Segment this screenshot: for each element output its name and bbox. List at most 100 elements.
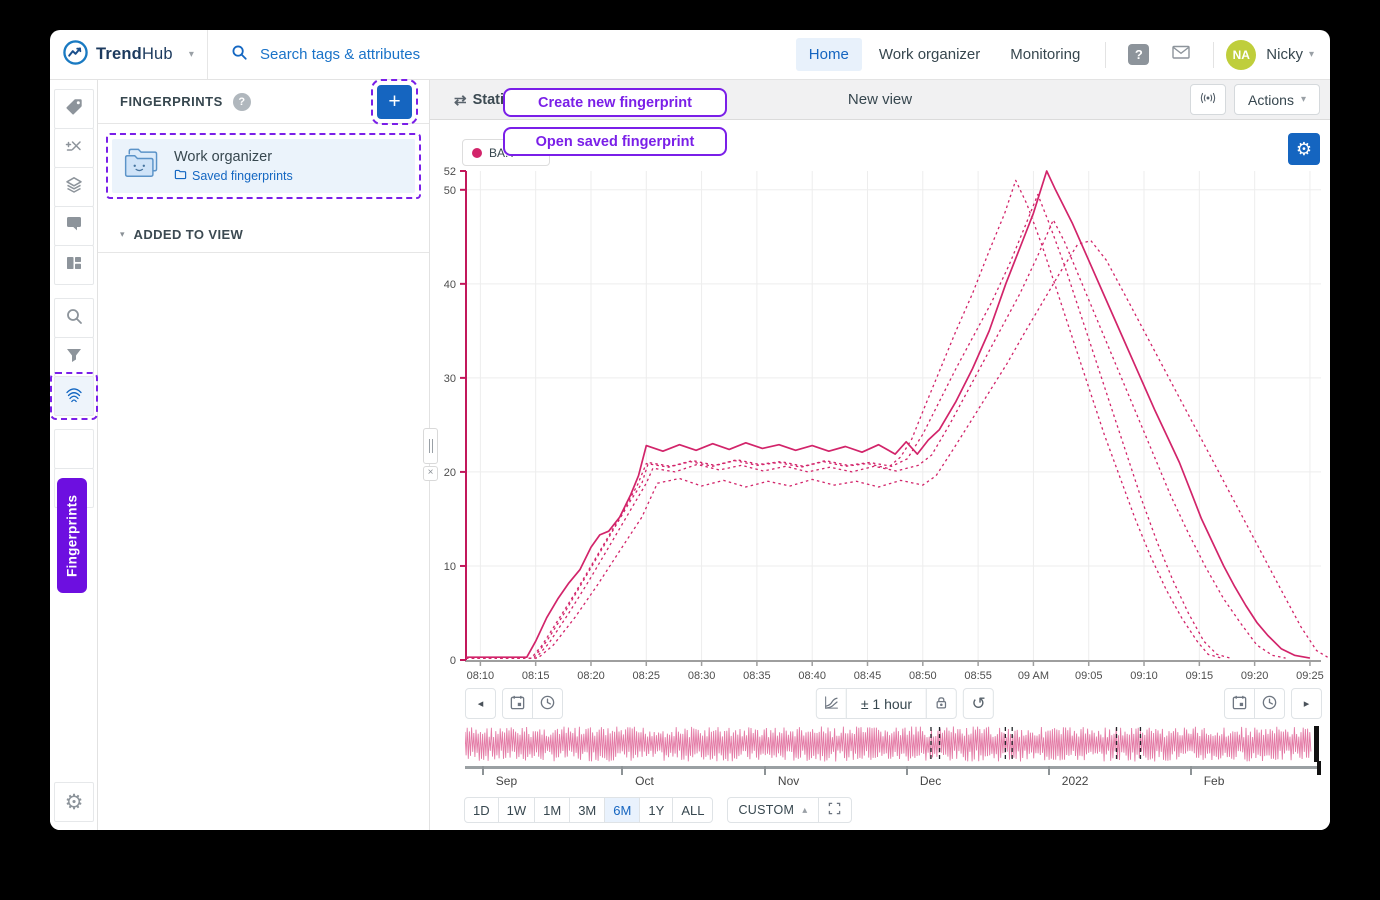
annotation-open-fingerprint: Open saved fingerprint <box>503 127 727 156</box>
sidebar-item-comments[interactable] <box>54 206 94 246</box>
svg-text:40: 40 <box>444 279 456 291</box>
help-icon: ? <box>1128 44 1149 65</box>
saved-fingerprint-highlight: Work organizer Saved fingerprints <box>106 133 421 199</box>
calendar-icon <box>509 694 526 714</box>
y-axis-handle[interactable]: × <box>423 428 438 481</box>
svg-text:08:55: 08:55 <box>964 670 992 682</box>
tool-rail: Fingerprints ⚙ <box>50 80 98 830</box>
added-to-view-section[interactable]: ▾ ADDED TO VIEW <box>98 217 429 253</box>
end-date-button[interactable] <box>1224 688 1255 719</box>
nav-tab-home[interactable]: Home <box>796 38 862 71</box>
sidebar-item-formulas[interactable] <box>54 128 94 168</box>
custom-range-button[interactable]: CUSTOM ▴ <box>727 797 818 823</box>
timeline-tick <box>621 766 623 775</box>
broadcast-icon <box>1198 91 1218 108</box>
dashboards-icon <box>64 253 84 278</box>
trend-chart-icon <box>823 694 840 714</box>
timeline-month-label: Oct <box>635 774 654 788</box>
zoom-preset-1m[interactable]: 1M <box>534 797 570 823</box>
brand-block[interactable]: TrendHub ▾ <box>50 30 208 79</box>
sidebar-item-filters[interactable] <box>54 337 94 377</box>
svg-text:50: 50 <box>444 185 456 197</box>
time-navigation-toolbar: ◂ ± 1 hour ↺ <box>430 686 1330 722</box>
timeline-tick <box>1190 766 1192 775</box>
time-offset-button[interactable]: ± 1 hour <box>846 688 927 719</box>
help-icon[interactable]: ? <box>233 93 251 111</box>
rail-item-settings[interactable]: ⚙ <box>54 782 94 822</box>
folder-icon <box>174 169 187 183</box>
search-icon <box>230 43 248 66</box>
chevron-down-icon[interactable]: ▾ <box>189 49 194 60</box>
zoom-preset-3m[interactable]: 3M <box>569 797 605 823</box>
trendhub-logo-icon <box>62 39 89 71</box>
chevron-down-icon: ▾ <box>1309 49 1314 60</box>
user-menu[interactable]: NA Nicky ▾ <box>1226 40 1314 70</box>
folder-smiley-icon <box>122 146 162 186</box>
saved-item-subtitle-row[interactable]: Saved fingerprints <box>174 169 293 183</box>
actions-button[interactable]: Actions ▾ <box>1234 84 1320 115</box>
tags-icon <box>64 97 84 122</box>
history-button[interactable]: ↺ <box>963 688 994 719</box>
sidebar-item-tags[interactable] <box>54 89 94 129</box>
user-name: Nicky <box>1266 46 1303 63</box>
filters-icon <box>64 345 84 370</box>
clock-icon <box>1261 694 1278 714</box>
compare-trend-button[interactable] <box>816 688 847 719</box>
create-fingerprint-button[interactable]: + <box>377 85 412 119</box>
saved-item-subtitle: Saved fingerprints <box>192 169 293 183</box>
chart-canvas[interactable]: 010203040505208:1008:1508:2008:2508:3008… <box>430 120 1330 686</box>
start-time-button[interactable] <box>532 688 563 719</box>
svg-text:09 AM: 09 AM <box>1018 670 1049 682</box>
app-window: TrendHub ▾ HomeWork organizerMonitoring … <box>50 30 1330 830</box>
sidebar-item-dashboards[interactable] <box>54 245 94 285</box>
search-input[interactable] <box>258 45 678 64</box>
svg-text:09:20: 09:20 <box>1241 670 1269 682</box>
nav-tab-monitoring[interactable]: Monitoring <box>997 38 1093 71</box>
expand-range-button[interactable] <box>818 797 852 823</box>
svg-text:30: 30 <box>444 373 456 385</box>
zoom-preset-1y[interactable]: 1Y <box>639 797 673 823</box>
search-icon <box>64 306 84 331</box>
divider <box>1213 42 1214 68</box>
zoom-preset-all[interactable]: ALL <box>672 797 713 823</box>
sidebar-item-search[interactable] <box>54 298 94 338</box>
nav-tab-work-organizer[interactable]: Work organizer <box>866 38 993 71</box>
calendar-icon <box>1231 694 1248 714</box>
timeline-cursor <box>1317 761 1321 775</box>
zoom-preset-1d[interactable]: 1D <box>464 797 499 823</box>
global-search[interactable] <box>230 43 796 66</box>
drag-grip-icon[interactable] <box>423 428 438 464</box>
context-overview-strip[interactable] <box>465 724 1320 764</box>
top-navbar: TrendHub ▾ HomeWork organizerMonitoring … <box>50 30 1330 80</box>
svg-text:09:15: 09:15 <box>1186 670 1214 682</box>
pan-left-button[interactable]: ◂ <box>465 688 496 719</box>
close-icon[interactable]: × <box>423 466 438 481</box>
zoom-preset-1w[interactable]: 1W <box>498 797 536 823</box>
fingerprints-icon <box>63 383 85 410</box>
messages-button[interactable] <box>1161 40 1201 69</box>
chevron-down-icon: ▾ <box>1301 94 1306 105</box>
timeline-month-label: Nov <box>778 774 799 788</box>
help-button[interactable]: ? <box>1118 40 1159 69</box>
lock-range-button[interactable] <box>926 688 957 719</box>
saved-fingerprint-item[interactable]: Work organizer Saved fingerprints <box>112 139 415 193</box>
chevron-up-icon: ▴ <box>802 805 807 816</box>
svg-text:09:05: 09:05 <box>1075 670 1103 682</box>
chart-settings-button[interactable]: ⚙ <box>1288 133 1320 165</box>
zoom-preset-6m[interactable]: 6M <box>604 797 640 823</box>
sidebar-item-fingerprints[interactable] <box>54 376 94 416</box>
sidebar-item-layers[interactable] <box>54 167 94 207</box>
live-broadcast-button[interactable] <box>1190 84 1226 115</box>
start-date-button[interactable] <box>502 688 533 719</box>
zoom-controls: 1D1W1M3M6M1YALL CUSTOM ▴ <box>465 797 1330 823</box>
svg-text:20: 20 <box>444 467 456 479</box>
end-time-button[interactable] <box>1254 688 1285 719</box>
fingerprints-panel-header: FINGERPRINTS ? + <box>98 80 429 124</box>
clock-icon <box>539 694 556 714</box>
fingerprints-active-tab[interactable]: Fingerprints <box>57 478 87 593</box>
pan-right-button[interactable]: ▸ <box>1291 688 1322 719</box>
svg-text:08:45: 08:45 <box>854 670 882 682</box>
svg-text:08:40: 08:40 <box>798 670 826 682</box>
saved-item-title: Work organizer <box>174 149 293 165</box>
context-timeline[interactable]: SepOctNovDec2022Feb <box>465 766 1320 790</box>
